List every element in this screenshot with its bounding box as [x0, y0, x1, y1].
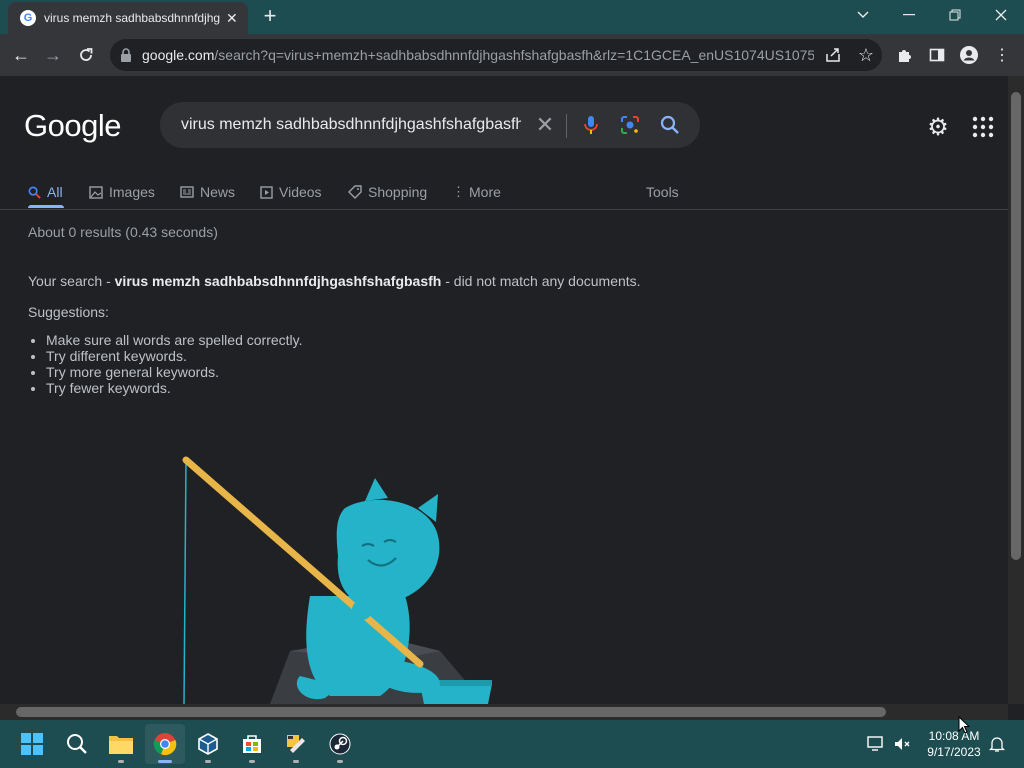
search-icon [28, 186, 41, 199]
more-vert-icon: ⋮ [452, 184, 465, 199]
browser-toolbar: ← → google.com/search?q=virus+memzh+sadh… [0, 34, 1024, 76]
profile-icon[interactable] [956, 42, 982, 68]
network-icon[interactable] [866, 734, 886, 754]
tab-news[interactable]: News [180, 176, 235, 208]
search-divider [566, 114, 567, 138]
lens-icon[interactable] [619, 114, 641, 136]
url-text: google.com/search?q=virus+memzh+sadhbabs… [142, 47, 814, 63]
tab-more[interactable]: ⋮ More [452, 176, 501, 208]
tab-shopping-label: Shopping [368, 184, 428, 200]
fishing-mascot-illustration [182, 456, 492, 704]
list-item: Make sure all words are spelled correctl… [46, 332, 303, 348]
taskbar-search-icon[interactable] [57, 724, 97, 764]
clock-time: 10:08 AM [928, 729, 980, 743]
minimize-button[interactable] [886, 0, 932, 30]
google-logo[interactable]: Google [24, 108, 121, 144]
running-indicator [337, 760, 343, 763]
extensions-icon[interactable] [892, 42, 918, 68]
running-indicator [205, 760, 211, 763]
bookmark-star-icon[interactable]: ☆ [853, 42, 879, 68]
video-icon [260, 185, 273, 199]
virtualbox-icon[interactable] [188, 724, 228, 764]
lock-icon[interactable] [120, 48, 132, 62]
reload-icon[interactable] [73, 42, 99, 68]
tag-icon [348, 185, 362, 199]
browser-tab[interactable]: G virus memzh sadhbabsdhnnfdjhgashfshafg… [8, 2, 248, 34]
taskbar-clock[interactable]: 10:08 AM 9/17/2023 [918, 728, 990, 760]
tab-images-label: Images [109, 184, 155, 200]
tab-all[interactable]: All [28, 176, 63, 208]
speaker-muted-icon[interactable] [892, 734, 912, 754]
share-icon[interactable] [820, 42, 846, 68]
running-indicator [293, 760, 299, 763]
tools-button[interactable]: Tools [646, 176, 679, 208]
tab-title: virus memzh sadhbabsdhnnfdjhgashfshafgba… [44, 11, 220, 25]
clear-icon[interactable]: ✕ [532, 112, 558, 138]
file-explorer-icon[interactable] [101, 724, 141, 764]
vertical-scrollbar-thumb[interactable] [1011, 92, 1021, 560]
tab-search-icon[interactable] [840, 0, 886, 30]
notification-bell-icon[interactable] [988, 735, 1006, 753]
list-item: Try different keywords. [46, 348, 303, 364]
news-icon [180, 186, 194, 198]
forward-arrow-icon[interactable]: → [40, 42, 66, 68]
app-tool-icon[interactable] [276, 724, 316, 764]
menu-kebab-icon[interactable]: ⋮ [989, 42, 1015, 68]
apps-grid-icon[interactable] [972, 116, 994, 138]
divider [0, 209, 1008, 210]
restore-button[interactable] [932, 0, 978, 30]
steam-icon[interactable] [320, 724, 360, 764]
tab-shopping[interactable]: Shopping [348, 176, 427, 208]
list-item: Try more general keywords. [46, 364, 303, 380]
horizontal-scrollbar-thumb[interactable] [16, 707, 886, 717]
new-tab-button[interactable]: + [258, 4, 282, 28]
search-submit-icon[interactable] [659, 114, 681, 136]
no-match-message: Your search - virus memzh sadhbabsdhnnfd… [28, 273, 641, 289]
active-indicator [158, 760, 172, 763]
back-arrow-icon[interactable]: ← [8, 42, 34, 68]
tab-news-label: News [200, 184, 236, 200]
tab-more-label: More [469, 184, 501, 200]
image-icon [89, 185, 103, 199]
tab-images[interactable]: Images [89, 176, 155, 208]
running-indicator [118, 760, 124, 763]
search-input[interactable]: virus memzh sadhbabsdhnnfdjhgashfshafgba… [181, 116, 521, 134]
tab-all-label: All [47, 184, 63, 200]
list-item: Try fewer keywords. [46, 380, 303, 396]
search-results-page: Google virus memzh sadhbabsdhnnfdjhgashf… [0, 76, 1008, 704]
microphone-icon[interactable] [580, 114, 602, 136]
close-tab-icon[interactable]: ✕ [226, 10, 238, 27]
tab-videos[interactable]: Videos [260, 176, 322, 208]
close-window-button[interactable] [978, 0, 1024, 30]
running-indicator [249, 760, 255, 763]
search-box[interactable]: virus memzh sadhbabsdhnnfdjhgashfshafgba… [160, 102, 700, 148]
address-bar[interactable]: google.com/search?q=virus+memzh+sadhbabs… [110, 39, 882, 71]
chrome-icon[interactable] [145, 724, 185, 764]
start-windows-icon[interactable] [12, 724, 52, 764]
google-favicon-icon: G [20, 10, 36, 26]
suggestions-label: Suggestions: [28, 304, 109, 320]
active-tab-indicator [28, 205, 64, 208]
settings-gear-icon[interactable]: ⚙ [924, 114, 952, 142]
clock-date: 9/17/2023 [927, 745, 981, 759]
tab-videos-label: Videos [279, 184, 322, 200]
microsoft-store-icon[interactable] [232, 724, 272, 764]
side-panel-icon[interactable] [924, 42, 950, 68]
mouse-cursor-icon [958, 716, 970, 734]
result-stats: About 0 results (0.43 seconds) [28, 224, 218, 240]
suggestions-list: Make sure all words are spelled correctl… [28, 332, 303, 396]
